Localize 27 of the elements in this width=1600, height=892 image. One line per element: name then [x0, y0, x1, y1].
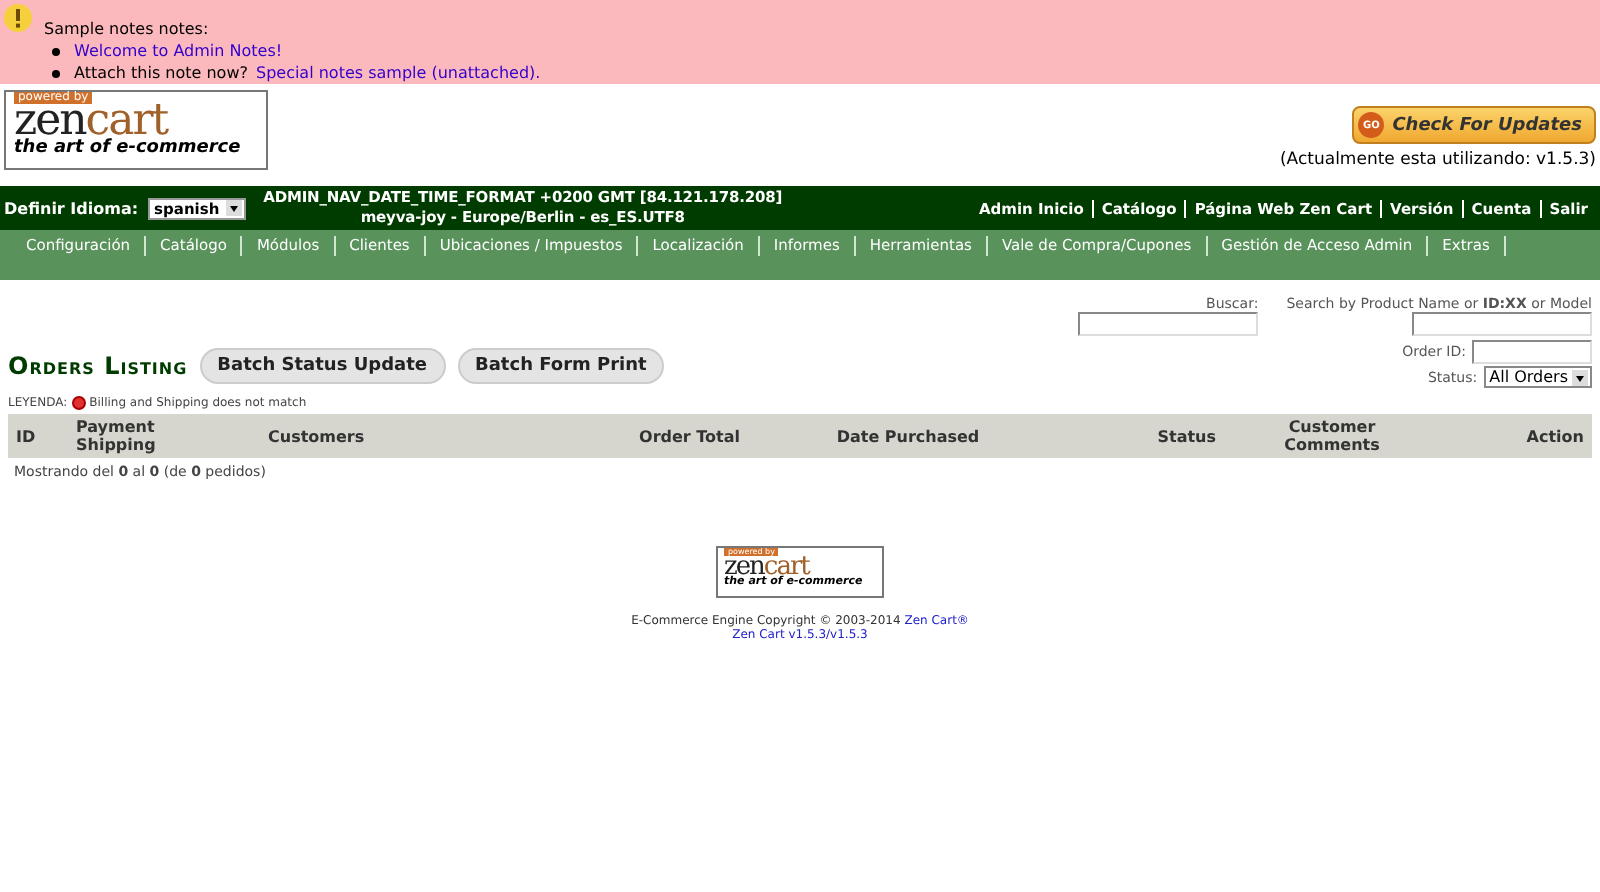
mismatch-icon — [71, 396, 86, 410]
dropdown-arrow-icon — [225, 200, 242, 216]
note-link[interactable]: Welcome to Admin Notes! — [74, 40, 283, 62]
column-header: ID — [16, 427, 38, 445]
note-text: Attach this note now? — [74, 62, 248, 84]
warning-icon — [4, 4, 32, 32]
product-search-field[interactable] — [1412, 312, 1592, 336]
status-select[interactable]: All Orders — [1483, 366, 1592, 388]
bullet-icon — [52, 69, 60, 77]
note-link[interactable]: Special notes sample (unattached). — [255, 62, 541, 84]
column-header: Order Total — [637, 427, 740, 445]
bullet-icon — [52, 47, 60, 55]
column-header: Customers — [268, 427, 367, 445]
column-header: Action — [1524, 427, 1584, 445]
column-header: Date Purchased — [834, 427, 982, 445]
version-text: (Actualmente esta utilizando: v1.5.3) — [1279, 150, 1596, 170]
column-header: Customer Comments — [1282, 418, 1382, 454]
batch-button[interactable]: Batch Status Update — [199, 348, 445, 384]
notes-title: Sample notes notes: — [44, 18, 211, 40]
page-heading: Orders Listing — [8, 352, 188, 380]
column-header: Status — [1155, 427, 1216, 445]
language-label: Definir Idioma: — [4, 199, 139, 217]
order-id-field[interactable] — [1472, 340, 1592, 364]
batch-button[interactable]: Batch Form Print — [457, 348, 665, 384]
search-field[interactable] — [1078, 312, 1259, 336]
column-header: Payment Shipping — [76, 418, 158, 454]
dropdown-arrow-icon — [1572, 369, 1588, 385]
